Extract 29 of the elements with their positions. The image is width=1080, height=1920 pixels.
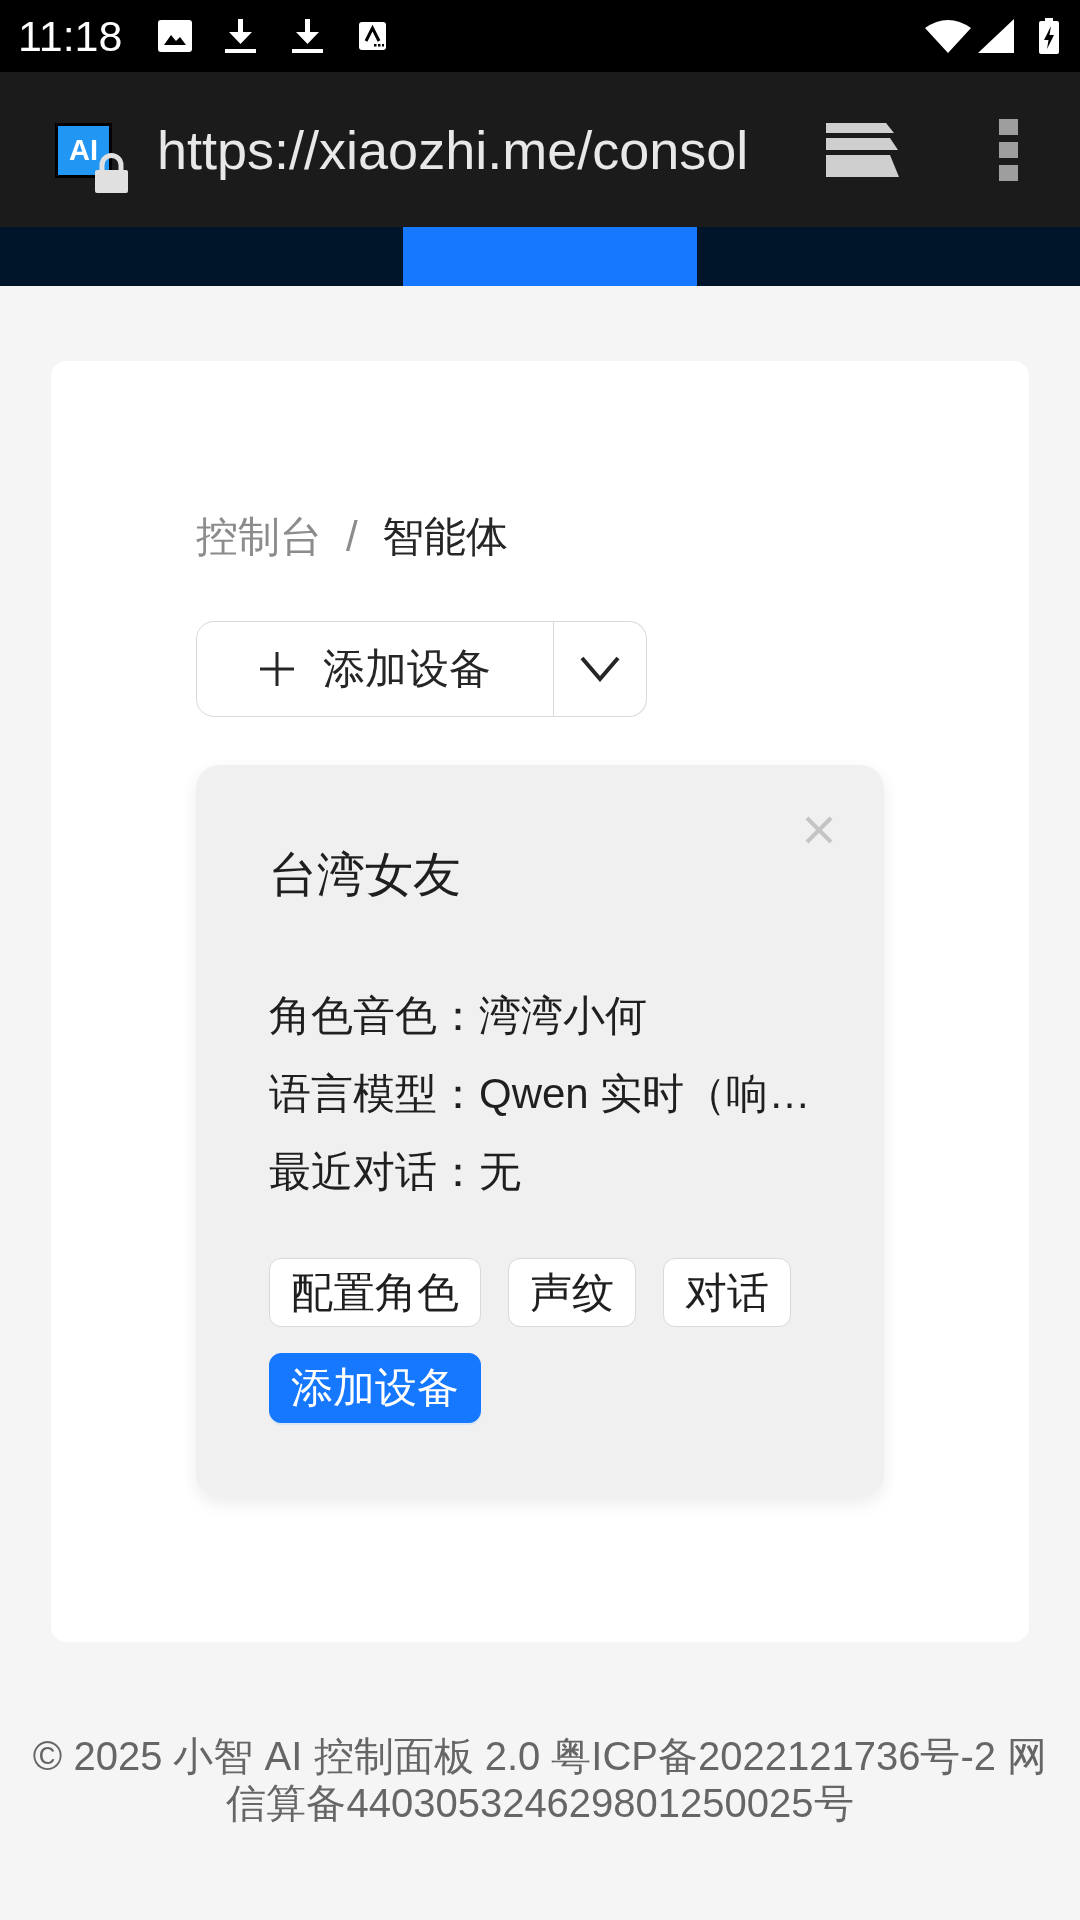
primary-action-button[interactable]: 添加设备 [269, 1353, 481, 1423]
field-value: 无 [479, 1147, 521, 1197]
download-icon [225, 19, 257, 53]
footer-text: © 2025 小智 AI 控制面板 2.0 粤ICP备2022121736号-2 网信算备440305324629801250025号 [31, 1733, 1049, 1827]
download-icon [292, 19, 324, 53]
signal-icon [978, 19, 1014, 53]
action-button[interactable]: 对话 [663, 1258, 791, 1327]
menu-icon[interactable] [999, 118, 1018, 181]
action-button[interactable]: 配置角色 [269, 1258, 481, 1327]
breadcrumb-separator: / [346, 512, 358, 562]
plus-icon [259, 652, 294, 686]
field-label: 语言模型： [269, 1069, 479, 1119]
add-device-button[interactable]: 添加设备 [196, 621, 554, 717]
wifi-icon [925, 19, 971, 53]
field-label: 最近对话： [269, 1147, 479, 1197]
battery-icon [1039, 18, 1059, 54]
field-label: 角色音色： [269, 991, 479, 1041]
agent-title: 台湾女友 [269, 847, 461, 903]
field-value: 湾湾小何 [479, 991, 647, 1041]
status-time: 11:18 [18, 14, 123, 58]
site-favicon: AI [55, 122, 112, 178]
app-notification-icon [359, 22, 387, 50]
dropdown-button[interactable] [554, 621, 647, 717]
action-button[interactable]: 声纹 [508, 1258, 636, 1327]
tabs-icon[interactable] [826, 122, 899, 177]
chevron-down-icon [580, 656, 620, 682]
field-value: Qwen 实时（响… [479, 1069, 811, 1119]
breadcrumb-current: 智能体 [381, 512, 508, 562]
gallery-icon [158, 20, 193, 52]
